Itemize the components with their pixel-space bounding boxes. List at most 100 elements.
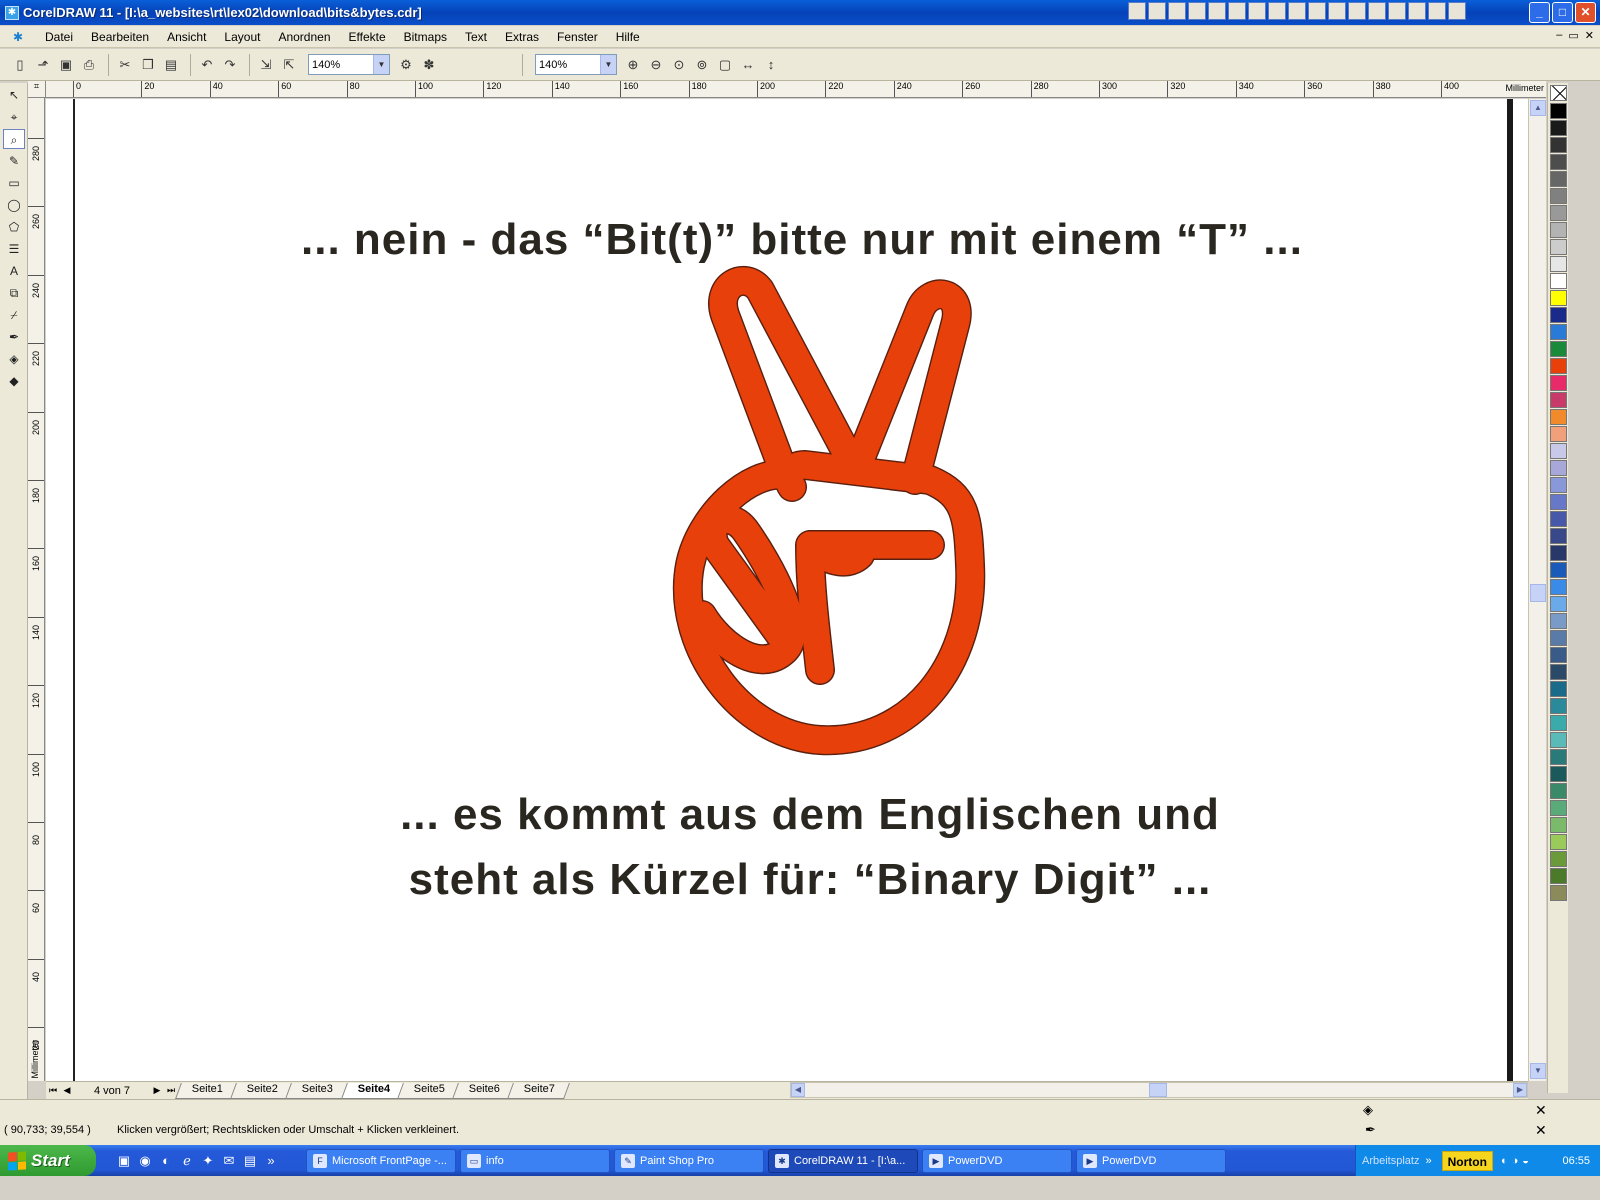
start-button[interactable]: Start xyxy=(0,1145,96,1176)
color-swatch[interactable] xyxy=(1550,664,1567,680)
color-swatch[interactable] xyxy=(1550,817,1567,833)
zoom-page-icon[interactable]: ▢ xyxy=(715,55,735,75)
page-tab-seite6[interactable]: Seite6 xyxy=(452,1082,516,1099)
scroll-down-icon[interactable]: ▼ xyxy=(1530,1063,1546,1079)
body-text-line-1[interactable]: ... es kommt aus dem Englischen und xyxy=(300,790,1320,840)
color-swatch[interactable] xyxy=(1550,205,1567,221)
app-shortcut-icon[interactable] xyxy=(1308,2,1326,20)
zoom-selected-icon[interactable]: ⊙ xyxy=(669,55,689,75)
color-swatch[interactable] xyxy=(1550,885,1567,901)
previous-page-icon[interactable]: ◀ xyxy=(60,1085,74,1096)
fill-indicator-icon[interactable]: ◈ xyxy=(1363,1102,1373,1118)
horizontal-ruler[interactable]: Millimeter 0 20 40 60 80 100 120 140 160 180 200 22… xyxy=(46,81,1546,98)
color-swatch[interactable] xyxy=(1550,613,1567,629)
close-button[interactable]: ✕ xyxy=(1575,2,1596,23)
zoom-level-select[interactable]: 140% ▼ xyxy=(308,54,390,75)
color-swatch[interactable] xyxy=(1550,545,1567,561)
print-icon[interactable]: ⎙ xyxy=(79,55,99,75)
taskbar-item-paintshop[interactable]: ✎ Paint Shop Pro xyxy=(614,1148,764,1173)
menu-text[interactable]: Text xyxy=(456,30,496,44)
vertical-ruler[interactable]: Millimeter 280 260 240 220 200 180 160 140 120 10… xyxy=(28,98,45,1081)
color-swatch[interactable] xyxy=(1550,732,1567,748)
text-tool-icon[interactable]: A xyxy=(3,261,25,281)
scroll-right-icon[interactable]: ▶ xyxy=(1513,1083,1527,1097)
horizontal-scroll-thumb[interactable] xyxy=(1149,1083,1167,1097)
menu-layout[interactable]: Layout xyxy=(215,30,269,44)
network-icon[interactable]: ◐ xyxy=(1501,1155,1508,1167)
color-swatch[interactable] xyxy=(1550,103,1567,119)
internet-explorer-icon[interactable]: ℯ xyxy=(179,1153,195,1169)
basic-shapes-tool-icon[interactable]: ☰ xyxy=(3,239,25,259)
freehand-tool-icon[interactable]: ✎ xyxy=(3,151,25,171)
interactive-fill-tool-icon[interactable]: ◆ xyxy=(3,371,25,391)
shape-tool-icon[interactable]: ⌖ xyxy=(3,107,25,127)
application-launcher-icon[interactable]: ⚙ xyxy=(396,55,416,75)
undo-icon[interactable]: ↶ xyxy=(197,55,217,75)
color-swatch[interactable] xyxy=(1550,579,1567,595)
menu-hilfe[interactable]: Hilfe xyxy=(607,30,649,44)
app-shortcut-icon[interactable] xyxy=(1168,2,1186,20)
app-shortcut-icon[interactable] xyxy=(1428,2,1446,20)
menu-bearbeiten[interactable]: Bearbeiten xyxy=(82,30,158,44)
color-swatch[interactable] xyxy=(1550,256,1567,272)
victory-hand-graphic[interactable] xyxy=(630,265,1010,765)
taskbar-item-frontpage[interactable]: F Microsoft FrontPage -... xyxy=(306,1148,456,1173)
app-shortcut-icon[interactable]: ▤ xyxy=(242,1153,258,1169)
ruler-origin[interactable]: ⌗ xyxy=(28,81,46,98)
security-icon[interactable]: ◒ xyxy=(1522,1155,1529,1167)
pick-tool-icon[interactable]: ↖ xyxy=(3,85,25,105)
app-shortcut-icon[interactable] xyxy=(1208,2,1226,20)
color-swatch[interactable] xyxy=(1550,375,1567,391)
color-swatch[interactable] xyxy=(1550,562,1567,578)
app-shortcut-icon[interactable] xyxy=(1188,2,1206,20)
menu-anordnen[interactable]: Anordnen xyxy=(269,30,339,44)
color-swatch[interactable] xyxy=(1550,154,1567,170)
color-swatch[interactable] xyxy=(1550,409,1567,425)
app-shortcut-icon[interactable] xyxy=(1448,2,1466,20)
color-swatch[interactable] xyxy=(1550,477,1567,493)
color-swatch[interactable] xyxy=(1550,171,1567,187)
first-page-icon[interactable]: ⏮ xyxy=(46,1085,60,1096)
color-swatch[interactable] xyxy=(1550,749,1567,765)
color-swatch[interactable] xyxy=(1550,783,1567,799)
color-swatch[interactable] xyxy=(1550,341,1567,357)
chevron-down-icon[interactable]: ▼ xyxy=(600,55,616,74)
color-swatch[interactable] xyxy=(1550,290,1567,306)
arbeitsplatz-toolbar[interactable]: Arbeitsplatz xyxy=(1362,1155,1419,1167)
import-icon[interactable]: ⇲ xyxy=(256,55,276,75)
app-shortcut-icon[interactable]: ✉ xyxy=(221,1153,237,1169)
taskbar-item-info[interactable]: ▭ info xyxy=(460,1148,610,1173)
color-swatch[interactable] xyxy=(1550,647,1567,663)
color-swatch[interactable] xyxy=(1550,239,1567,255)
scroll-left-icon[interactable]: ◀ xyxy=(791,1083,805,1097)
interactive-blend-tool-icon[interactable]: ⧉ xyxy=(3,283,25,303)
zoom-out-icon[interactable]: ⊖ xyxy=(646,55,666,75)
color-swatch[interactable] xyxy=(1550,443,1567,459)
new-document-icon[interactable]: ▯ xyxy=(10,55,30,75)
headline-text[interactable]: ... nein - das “Bit(t)” bitte nur mit ei… xyxy=(180,215,1424,265)
excel-icon[interactable] xyxy=(1348,2,1366,20)
color-swatch[interactable] xyxy=(1550,392,1567,408)
app-shortcut-icon[interactable] xyxy=(1128,2,1146,20)
zoom-all-objects-icon[interactable]: ⊚ xyxy=(692,55,712,75)
color-swatch[interactable] xyxy=(1550,596,1567,612)
color-swatch[interactable] xyxy=(1550,630,1567,646)
corel-online-icon[interactable]: ✽ xyxy=(419,55,439,75)
color-swatch[interactable] xyxy=(1550,851,1567,867)
color-swatch[interactable] xyxy=(1550,324,1567,340)
open-icon[interactable]: ⬏ xyxy=(33,55,53,75)
norton-button[interactable]: Norton xyxy=(1441,1150,1493,1171)
menu-bitmaps[interactable]: Bitmaps xyxy=(395,30,456,44)
document-icon[interactable]: ✱ xyxy=(10,30,26,44)
ellipse-tool-icon[interactable]: ◯ xyxy=(3,195,25,215)
color-swatch[interactable] xyxy=(1550,528,1567,544)
show-desktop-icon[interactable]: ▣ xyxy=(116,1153,132,1169)
app-shortcut-icon[interactable] xyxy=(1248,2,1266,20)
app-shortcut-icon[interactable] xyxy=(1288,2,1306,20)
rectangle-tool-icon[interactable]: ▭ xyxy=(3,173,25,193)
taskbar-item-powerdvd-2[interactable]: ▶ PowerDVD xyxy=(1076,1148,1226,1173)
outline-indicator-icon[interactable]: ✒ xyxy=(1365,1122,1376,1138)
redo-icon[interactable]: ↷ xyxy=(220,55,240,75)
color-swatch[interactable] xyxy=(1550,137,1567,153)
more-icon[interactable]: » xyxy=(263,1153,279,1169)
